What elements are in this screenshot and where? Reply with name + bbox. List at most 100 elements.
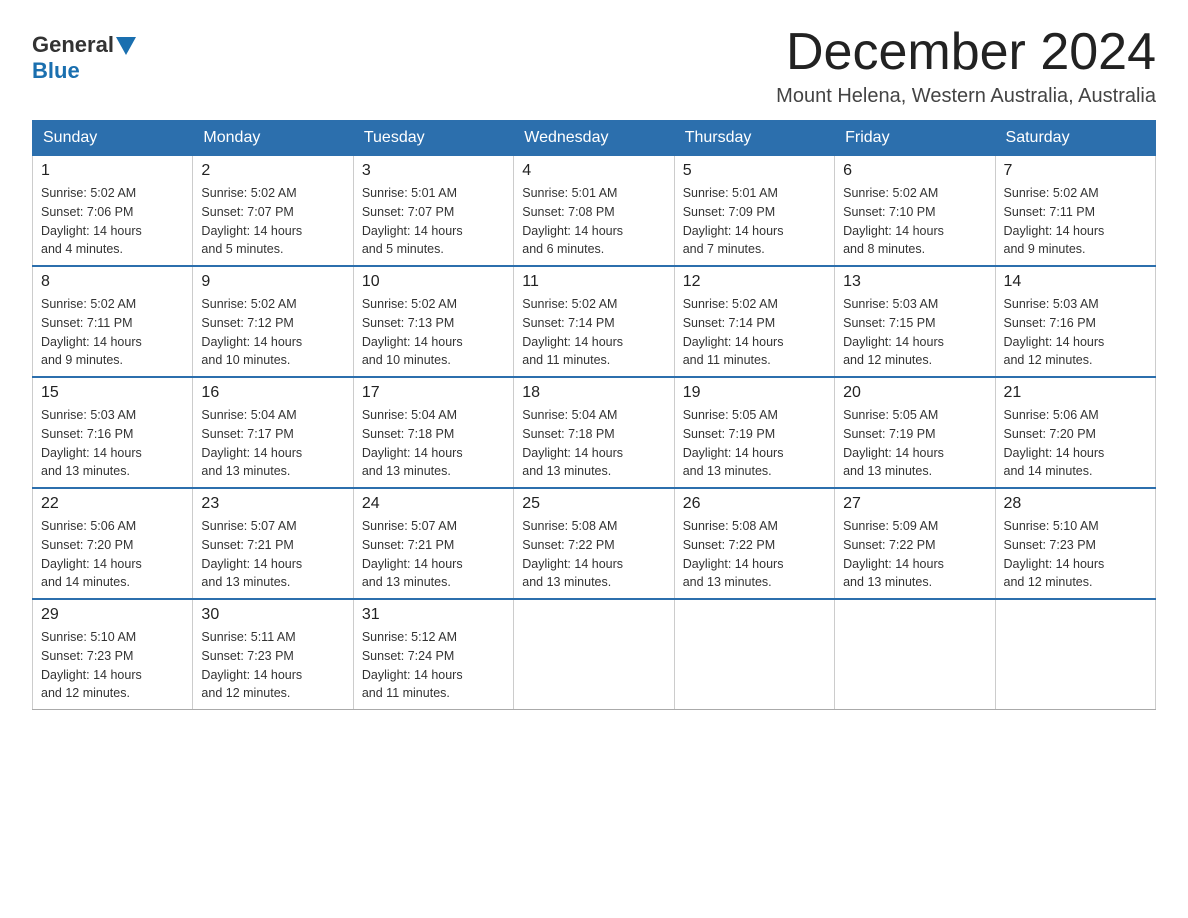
day-number: 31 bbox=[362, 606, 505, 624]
calendar-cell bbox=[995, 599, 1155, 710]
calendar-cell: 23Sunrise: 5:07 AMSunset: 7:21 PMDayligh… bbox=[193, 488, 353, 599]
day-number: 8 bbox=[41, 273, 184, 291]
day-info: Sunrise: 5:01 AMSunset: 7:09 PMDaylight:… bbox=[683, 184, 826, 259]
day-info: Sunrise: 5:02 AMSunset: 7:13 PMDaylight:… bbox=[362, 295, 505, 370]
day-number: 14 bbox=[1004, 273, 1147, 291]
calendar-cell: 2 Sunrise: 5:02 AMSunset: 7:07 PMDaylight… bbox=[193, 156, 353, 267]
location-subtitle: Mount Helena, Western Australia, Austral… bbox=[776, 85, 1156, 108]
day-number: 21 bbox=[1004, 384, 1147, 402]
day-info: Sunrise: 5:09 AMSunset: 7:22 PMDaylight:… bbox=[843, 517, 986, 592]
day-info: Sunrise: 5:01 AMSunset: 7:08 PMDaylight:… bbox=[522, 184, 665, 259]
calendar-cell: 8 Sunrise: 5:02 AMSunset: 7:11 PMDaylight… bbox=[33, 266, 193, 377]
calendar-cell: 10 Sunrise: 5:02 AMSunset: 7:13 PMDayligh… bbox=[353, 266, 513, 377]
day-number: 20 bbox=[843, 384, 986, 402]
calendar-cell: 22Sunrise: 5:06 AMSunset: 7:20 PMDayligh… bbox=[33, 488, 193, 599]
day-number: 13 bbox=[843, 273, 986, 291]
header-tuesday: Tuesday bbox=[353, 121, 513, 156]
day-info: Sunrise: 5:05 AMSunset: 7:19 PMDaylight:… bbox=[683, 406, 826, 481]
day-number: 18 bbox=[522, 384, 665, 402]
day-number: 26 bbox=[683, 495, 826, 513]
day-info: Sunrise: 5:04 AMSunset: 7:17 PMDaylight:… bbox=[201, 406, 344, 481]
calendar-cell bbox=[514, 599, 674, 710]
header-thursday: Thursday bbox=[674, 121, 834, 156]
day-info: Sunrise: 5:07 AMSunset: 7:21 PMDaylight:… bbox=[362, 517, 505, 592]
calendar-cell: 15Sunrise: 5:03 AMSunset: 7:16 PMDayligh… bbox=[33, 377, 193, 488]
calendar-week-row: 8 Sunrise: 5:02 AMSunset: 7:11 PMDaylight… bbox=[33, 266, 1156, 377]
day-number: 10 bbox=[362, 273, 505, 291]
header-friday: Friday bbox=[835, 121, 995, 156]
calendar-cell: 16 Sunrise: 5:04 AMSunset: 7:17 PMDayligh… bbox=[193, 377, 353, 488]
calendar-cell: 13Sunrise: 5:03 AMSunset: 7:15 PMDayligh… bbox=[835, 266, 995, 377]
calendar-cell: 1 Sunrise: 5:02 AMSunset: 7:06 PMDaylight… bbox=[33, 156, 193, 267]
day-number: 29 bbox=[41, 606, 184, 624]
day-info: Sunrise: 5:06 AMSunset: 7:20 PMDaylight:… bbox=[41, 517, 184, 592]
calendar-cell: 24 Sunrise: 5:07 AMSunset: 7:21 PMDayligh… bbox=[353, 488, 513, 599]
day-number: 24 bbox=[362, 495, 505, 513]
calendar-cell: 18Sunrise: 5:04 AMSunset: 7:18 PMDayligh… bbox=[514, 377, 674, 488]
calendar-cell: 6Sunrise: 5:02 AMSunset: 7:10 PMDaylight… bbox=[835, 156, 995, 267]
header-wednesday: Wednesday bbox=[514, 121, 674, 156]
day-number: 25 bbox=[522, 495, 665, 513]
calendar-header-row: SundayMondayTuesdayWednesdayThursdayFrid… bbox=[33, 121, 1156, 156]
calendar-cell: 20 Sunrise: 5:05 AMSunset: 7:19 PMDayligh… bbox=[835, 377, 995, 488]
calendar-cell: 26 Sunrise: 5:08 AMSunset: 7:22 PMDayligh… bbox=[674, 488, 834, 599]
calendar-cell: 29 Sunrise: 5:10 AMSunset: 7:23 PMDayligh… bbox=[33, 599, 193, 710]
calendar-cell: 28 Sunrise: 5:10 AMSunset: 7:23 PMDayligh… bbox=[995, 488, 1155, 599]
day-info: Sunrise: 5:05 AMSunset: 7:19 PMDaylight:… bbox=[843, 406, 986, 481]
calendar-cell: 12 Sunrise: 5:02 AMSunset: 7:14 PMDayligh… bbox=[674, 266, 834, 377]
logo-triangle-icon bbox=[116, 37, 136, 55]
calendar-cell: 31 Sunrise: 5:12 AMSunset: 7:24 PMDayligh… bbox=[353, 599, 513, 710]
day-number: 2 bbox=[201, 162, 344, 180]
calendar-cell: 7 Sunrise: 5:02 AMSunset: 7:11 PMDaylight… bbox=[995, 156, 1155, 267]
logo: General Blue bbox=[32, 32, 136, 84]
day-info: Sunrise: 5:12 AMSunset: 7:24 PMDaylight:… bbox=[362, 628, 505, 703]
calendar-cell: 30Sunrise: 5:11 AMSunset: 7:23 PMDayligh… bbox=[193, 599, 353, 710]
day-info: Sunrise: 5:03 AMSunset: 7:16 PMDaylight:… bbox=[41, 406, 184, 481]
day-number: 12 bbox=[683, 273, 826, 291]
calendar-week-row: 29 Sunrise: 5:10 AMSunset: 7:23 PMDayligh… bbox=[33, 599, 1156, 710]
day-number: 30 bbox=[201, 606, 344, 624]
day-number: 6 bbox=[843, 162, 986, 180]
day-number: 7 bbox=[1004, 162, 1147, 180]
calendar-cell: 25Sunrise: 5:08 AMSunset: 7:22 PMDayligh… bbox=[514, 488, 674, 599]
calendar-table: SundayMondayTuesdayWednesdayThursdayFrid… bbox=[32, 120, 1156, 710]
header-sunday: Sunday bbox=[33, 121, 193, 156]
day-info: Sunrise: 5:02 AMSunset: 7:06 PMDaylight:… bbox=[41, 184, 184, 259]
day-number: 17 bbox=[362, 384, 505, 402]
calendar-cell: 17 Sunrise: 5:04 AMSunset: 7:18 PMDayligh… bbox=[353, 377, 513, 488]
calendar-cell: 9Sunrise: 5:02 AMSunset: 7:12 PMDaylight… bbox=[193, 266, 353, 377]
day-info: Sunrise: 5:10 AMSunset: 7:23 PMDaylight:… bbox=[1004, 517, 1147, 592]
calendar-week-row: 1 Sunrise: 5:02 AMSunset: 7:06 PMDaylight… bbox=[33, 156, 1156, 267]
calendar-cell: 14 Sunrise: 5:03 AMSunset: 7:16 PMDayligh… bbox=[995, 266, 1155, 377]
day-info: Sunrise: 5:01 AMSunset: 7:07 PMDaylight:… bbox=[362, 184, 505, 259]
day-info: Sunrise: 5:08 AMSunset: 7:22 PMDaylight:… bbox=[683, 517, 826, 592]
calendar-cell: 5Sunrise: 5:01 AMSunset: 7:09 PMDaylight… bbox=[674, 156, 834, 267]
title-block: December 2024 Mount Helena, Western Aust… bbox=[776, 24, 1156, 108]
day-info: Sunrise: 5:02 AMSunset: 7:07 PMDaylight:… bbox=[201, 184, 344, 259]
page-header: General Blue December 2024 Mount Helena,… bbox=[32, 24, 1156, 108]
calendar-cell: 3 Sunrise: 5:01 AMSunset: 7:07 PMDaylight… bbox=[353, 156, 513, 267]
day-info: Sunrise: 5:06 AMSunset: 7:20 PMDaylight:… bbox=[1004, 406, 1147, 481]
day-info: Sunrise: 5:02 AMSunset: 7:11 PMDaylight:… bbox=[1004, 184, 1147, 259]
day-info: Sunrise: 5:04 AMSunset: 7:18 PMDaylight:… bbox=[362, 406, 505, 481]
day-info: Sunrise: 5:10 AMSunset: 7:23 PMDaylight:… bbox=[41, 628, 184, 703]
day-info: Sunrise: 5:02 AMSunset: 7:14 PMDaylight:… bbox=[522, 295, 665, 370]
day-info: Sunrise: 5:07 AMSunset: 7:21 PMDaylight:… bbox=[201, 517, 344, 592]
day-number: 3 bbox=[362, 162, 505, 180]
day-number: 4 bbox=[522, 162, 665, 180]
day-number: 11 bbox=[522, 273, 665, 291]
day-number: 9 bbox=[201, 273, 344, 291]
day-number: 28 bbox=[1004, 495, 1147, 513]
day-info: Sunrise: 5:02 AMSunset: 7:11 PMDaylight:… bbox=[41, 295, 184, 370]
calendar-cell: 21 Sunrise: 5:06 AMSunset: 7:20 PMDayligh… bbox=[995, 377, 1155, 488]
day-info: Sunrise: 5:03 AMSunset: 7:16 PMDaylight:… bbox=[1004, 295, 1147, 370]
header-monday: Monday bbox=[193, 121, 353, 156]
calendar-cell bbox=[674, 599, 834, 710]
day-info: Sunrise: 5:02 AMSunset: 7:14 PMDaylight:… bbox=[683, 295, 826, 370]
day-number: 1 bbox=[41, 162, 184, 180]
header-saturday: Saturday bbox=[995, 121, 1155, 156]
calendar-week-row: 15Sunrise: 5:03 AMSunset: 7:16 PMDayligh… bbox=[33, 377, 1156, 488]
calendar-week-row: 22Sunrise: 5:06 AMSunset: 7:20 PMDayligh… bbox=[33, 488, 1156, 599]
day-number: 16 bbox=[201, 384, 344, 402]
logo-blue-text: Blue bbox=[32, 58, 80, 84]
